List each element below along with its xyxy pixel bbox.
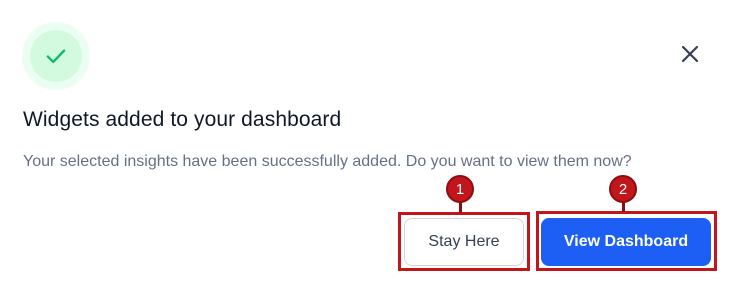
- dialog-message: Your selected insights have been success…: [23, 153, 632, 170]
- success-icon-circle: [30, 30, 82, 82]
- check-icon: [46, 49, 66, 64]
- success-icon-container: [22, 22, 90, 90]
- close-icon: [681, 45, 699, 63]
- success-dialog: Widgets added to your dashboard Your sel…: [0, 0, 737, 292]
- close-button[interactable]: [674, 38, 706, 70]
- step-badge-2: 2: [609, 175, 637, 203]
- dialog-title: Widgets added to your dashboard: [23, 108, 342, 131]
- stay-here-button[interactable]: Stay Here: [404, 218, 524, 266]
- view-dashboard-button[interactable]: View Dashboard: [541, 218, 711, 266]
- step-badge-1: 1: [446, 175, 474, 203]
